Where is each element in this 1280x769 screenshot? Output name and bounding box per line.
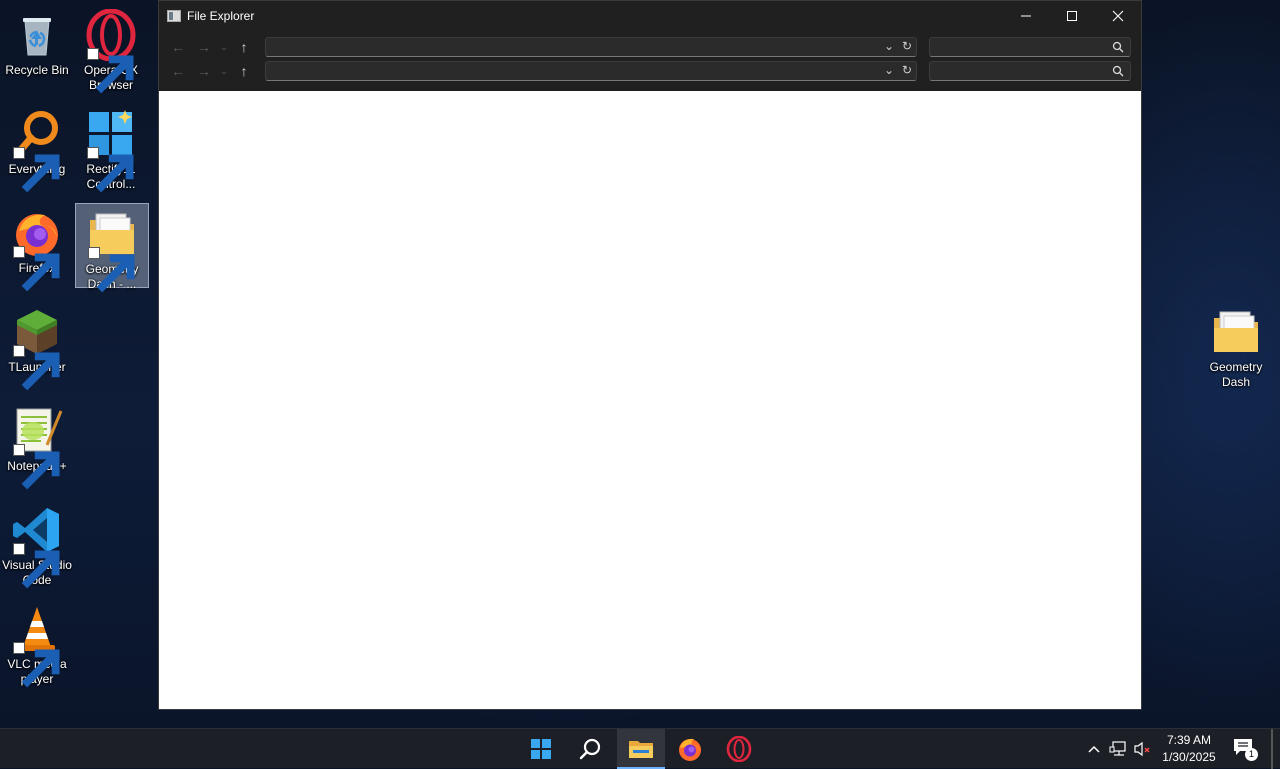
opera-gx-icon xyxy=(726,736,752,762)
desktop-icon-geometry-dash-folder[interactable]: Geometry Dash xyxy=(1199,301,1273,391)
taskbar-firefox[interactable] xyxy=(666,729,714,769)
system-clock[interactable]: 7:39 AM 1/30/2025 xyxy=(1158,732,1220,766)
start-icon xyxy=(531,739,551,759)
shortcut-arrow-icon xyxy=(13,444,60,490)
search-box[interactable] xyxy=(929,37,1131,57)
desktop-icon-geometry-dash-shortcut[interactable]: Geometry Dash - ... xyxy=(75,203,149,293)
clock-date: 1/30/2025 xyxy=(1162,750,1216,764)
desktop-icon-vscode[interactable]: Visual Studio Code xyxy=(0,499,74,589)
up-button[interactable]: ↑ xyxy=(231,60,257,82)
desktop-icon-label: Recycle Bin xyxy=(5,63,69,77)
taskbar-file-explorer[interactable] xyxy=(617,729,665,769)
refresh-icon[interactable]: ↻ xyxy=(902,39,912,53)
forward-button[interactable]: → xyxy=(191,60,217,82)
window-title: File Explorer xyxy=(187,9,255,23)
desktop-icon-everything[interactable]: Everything xyxy=(0,103,74,193)
desktop-icon-opera-gx[interactable]: Opera GX Browser xyxy=(74,4,148,94)
search-icon xyxy=(579,738,601,760)
tray-volume[interactable] xyxy=(1132,739,1152,759)
desktop-icon-tlauncher[interactable]: TLauncher xyxy=(0,301,74,391)
network-icon xyxy=(1109,741,1126,756)
start-button[interactable] xyxy=(517,729,565,769)
search-box[interactable] xyxy=(929,61,1131,81)
content-pane[interactable] xyxy=(159,91,1141,709)
desktop-icon-recycle-bin[interactable]: Recycle Bin xyxy=(0,4,74,79)
desktop-icon-vlc[interactable]: VLC media player xyxy=(0,598,74,688)
navigation-row: ← → ⌄ ↑ ⌄ ↻ xyxy=(159,35,1141,59)
taskbar: 7:39 AM 1/30/2025 1 xyxy=(0,728,1280,769)
file-explorer-app-icon xyxy=(167,10,181,22)
recent-locations-dropdown[interactable]: ⌄ xyxy=(217,36,231,58)
notification-badge: 1 xyxy=(1245,748,1258,761)
desktop-icon-notepad-plus-plus[interactable]: Notepad++ xyxy=(0,400,74,490)
desktop-icon-firefox[interactable]: Firefox xyxy=(0,202,74,292)
shortcut-arrow-icon xyxy=(87,48,134,94)
volume-muted-icon xyxy=(1134,741,1150,757)
desktop-icon-label: Geometry Dash xyxy=(1209,360,1263,389)
maximize-icon xyxy=(1067,11,1077,21)
notification-center-button[interactable]: 1 xyxy=(1232,737,1258,761)
minimize-icon xyxy=(1021,15,1031,17)
file-explorer-window[interactable]: File Explorer ← → ⌄ ↑ ⌄ ↻ ← → ⌄ ↑ ⌄ ↻ xyxy=(158,0,1142,710)
maximize-button[interactable] xyxy=(1049,1,1095,31)
shortcut-arrow-icon xyxy=(13,147,60,193)
close-icon xyxy=(1112,10,1124,22)
title-bar[interactable]: File Explorer xyxy=(159,1,1141,31)
chevron-down-icon[interactable]: ⌄ xyxy=(884,63,894,77)
clock-time: 7:39 AM xyxy=(1166,733,1212,747)
firefox-icon xyxy=(679,738,701,761)
search-icon xyxy=(1112,65,1124,77)
desktop-icon-rectify11[interactable]: Rectify11 Control... xyxy=(74,103,148,193)
chevron-up-icon xyxy=(1088,745,1100,753)
back-button[interactable]: ← xyxy=(165,60,191,82)
shortcut-arrow-icon xyxy=(13,246,60,292)
chevron-down-icon[interactable]: ⌄ xyxy=(884,39,894,53)
folder-icon xyxy=(1214,311,1258,352)
shortcut-arrow-icon xyxy=(88,247,135,293)
tray-network[interactable] xyxy=(1108,739,1128,759)
shortcut-arrow-icon xyxy=(87,147,134,193)
address-bar[interactable]: ⌄ ↻ xyxy=(265,37,917,57)
address-bar[interactable]: ⌄ ↻ xyxy=(265,61,917,81)
forward-button[interactable]: → xyxy=(191,36,217,58)
navigation-row: ← → ⌄ ↑ ⌄ ↻ xyxy=(159,59,1141,83)
back-button[interactable]: ← xyxy=(165,36,191,58)
recent-locations-dropdown[interactable]: ⌄ xyxy=(217,60,231,82)
shortcut-arrow-icon xyxy=(13,642,60,688)
taskbar-opera-gx[interactable] xyxy=(715,729,763,769)
shortcut-arrow-icon xyxy=(13,543,60,589)
taskbar-search-button[interactable] xyxy=(566,729,614,769)
refresh-icon[interactable]: ↻ xyxy=(902,63,912,77)
show-desktop-button[interactable] xyxy=(1271,729,1273,769)
file-explorer-icon xyxy=(629,741,653,758)
up-button[interactable]: ↑ xyxy=(231,36,257,58)
shortcut-arrow-icon xyxy=(13,345,60,391)
search-icon xyxy=(1112,41,1124,53)
recycle-bin-icon xyxy=(23,18,51,56)
minimize-button[interactable] xyxy=(1003,1,1049,31)
tray-overflow-button[interactable] xyxy=(1084,739,1104,759)
close-button[interactable] xyxy=(1095,1,1141,31)
